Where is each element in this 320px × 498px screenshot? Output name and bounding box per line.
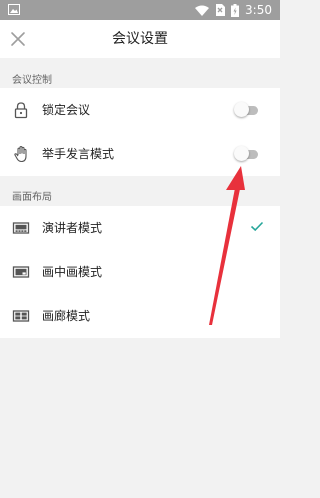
sim-card-icon xyxy=(216,4,226,16)
raise-hand-icon xyxy=(14,146,27,163)
gallery-mode-row[interactable]: 画廊模式 xyxy=(0,294,280,338)
status-bar: 3:50 xyxy=(0,0,280,20)
speaker-layout-icon xyxy=(12,222,30,234)
status-time: 3:50 xyxy=(245,3,272,17)
app-header: 会议设置 xyxy=(0,20,280,58)
meeting-control-card: 锁定会议 举手发言模式 xyxy=(0,88,280,176)
gallery-notification-icon xyxy=(8,4,20,15)
picture-in-picture-row[interactable]: 画中画模式 xyxy=(0,250,280,294)
lock-icon xyxy=(14,102,28,119)
screen-layout-card: 演讲者模式 画中画模式 画廊模式 xyxy=(0,206,280,338)
wifi-icon xyxy=(195,5,210,16)
lock-meeting-toggle[interactable] xyxy=(234,102,260,117)
raise-hand-row[interactable]: 举手发言模式 xyxy=(0,132,280,176)
speaker-mode-row[interactable]: 演讲者模式 xyxy=(0,206,280,250)
raise-hand-label: 举手发言模式 xyxy=(42,147,115,161)
picture-in-picture-icon xyxy=(12,266,30,278)
section-title-meeting-control: 会议控制 xyxy=(12,75,52,86)
gallery-layout-icon xyxy=(12,310,30,322)
gallery-mode-label: 画廊模式 xyxy=(42,309,91,323)
page-title: 会议设置 xyxy=(112,31,168,47)
section-title-screen-layout: 画面布局 xyxy=(12,192,52,203)
lock-meeting-row[interactable]: 锁定会议 xyxy=(0,88,280,132)
lock-meeting-label: 锁定会议 xyxy=(42,103,91,117)
toggle-knob xyxy=(234,102,249,117)
speaker-mode-label: 演讲者模式 xyxy=(42,221,103,235)
picture-in-picture-label: 画中画模式 xyxy=(42,265,103,279)
raise-hand-toggle[interactable] xyxy=(234,146,260,161)
battery-icon xyxy=(231,3,240,17)
toggle-knob xyxy=(234,146,249,161)
checkmark-icon xyxy=(250,221,264,232)
